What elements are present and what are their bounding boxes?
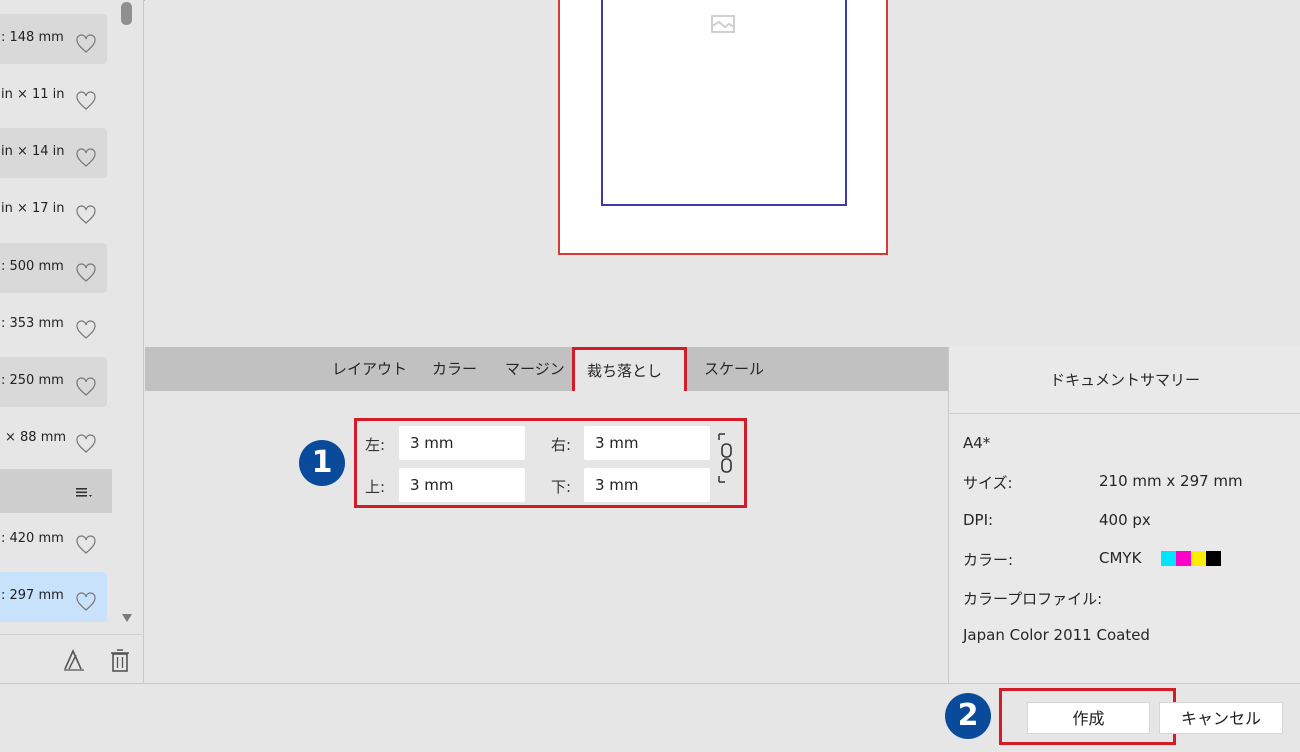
preset-item[interactable]: : 353 mm <box>0 300 107 350</box>
favorite-heart-icon[interactable] <box>75 534 97 556</box>
scroll-down-arrow-icon[interactable] <box>121 612 133 624</box>
preset-item[interactable]: × 88 mm <box>0 414 107 464</box>
preset-label: : 297 mm <box>1 588 64 603</box>
preset-item[interactable]: : 500 mm <box>0 243 107 293</box>
tab-bleed[interactable]: 裁ち落とし <box>572 347 687 395</box>
preset-label: : 250 mm <box>1 373 64 388</box>
preset-item-selected[interactable]: : 297 mm <box>0 572 107 622</box>
magenta-swatch <box>1176 551 1191 566</box>
preset-item[interactable]: in × 11 in <box>0 71 107 121</box>
tab-layout[interactable]: レイアウト <box>332 347 407 391</box>
tab-color[interactable]: カラー <box>432 347 477 391</box>
bleed-left-input[interactable] <box>399 426 525 460</box>
preset-item[interactable]: : 148 mm <box>0 14 107 64</box>
link-values-chain-icon[interactable] <box>717 430 737 486</box>
summary-color-value: CMYK <box>1099 549 1142 567</box>
preset-item[interactable]: in × 14 in <box>0 128 107 178</box>
favorite-heart-icon[interactable] <box>75 204 97 226</box>
bleed-right-label: 右: <box>551 436 572 454</box>
cyan-swatch <box>1161 551 1176 566</box>
summary-profile-label: カラープロファイル: <box>963 590 1103 608</box>
summary-dpi-value: 400 px <box>1099 511 1151 529</box>
step-1-badge: 1 <box>299 440 345 486</box>
bleed-bottom-input[interactable] <box>584 468 710 502</box>
preset-label: : 500 mm <box>1 259 64 274</box>
list-menu-icon[interactable] <box>74 481 96 501</box>
preset-label: in × 17 in <box>1 201 65 216</box>
preset-label: : 353 mm <box>1 316 64 331</box>
sidebar-footer <box>0 634 144 683</box>
favorite-heart-icon[interactable] <box>75 33 97 55</box>
preset-label: in × 11 in <box>1 87 65 102</box>
tab-margin[interactable]: マージン <box>505 347 565 391</box>
bleed-top-label: 上: <box>365 478 386 496</box>
favorite-heart-icon[interactable] <box>75 376 97 398</box>
bleed-right-input[interactable] <box>584 426 710 460</box>
preset-item[interactable]: in × 17 in <box>0 185 107 235</box>
favorite-heart-icon[interactable] <box>75 147 97 169</box>
tab-scale[interactable]: スケール <box>704 347 764 391</box>
document-summary-panel: ドキュメントサマリー A4* サイズ: 210 mm x 297 mm DPI:… <box>948 347 1300 683</box>
preset-list: : 148 mm in × 11 in in × 14 in in × 17 i… <box>0 0 144 683</box>
favorite-heart-icon[interactable] <box>75 591 97 613</box>
preset-group-header[interactable] <box>0 469 112 513</box>
preset-item[interactable]: : 250 mm <box>0 357 107 407</box>
bleed-bottom-label: 下: <box>551 478 572 496</box>
preset-item[interactable]: : 420 mm <box>0 515 107 565</box>
bleed-boundary <box>558 0 888 255</box>
cancel-button[interactable]: キャンセル <box>1159 702 1283 734</box>
scrollbar-thumb[interactable] <box>121 2 132 25</box>
bleed-top-input[interactable] <box>399 468 525 502</box>
summary-size-label: サイズ: <box>963 474 1013 492</box>
summary-dpi-label: DPI: <box>963 511 994 529</box>
page-trim-area <box>601 0 847 206</box>
favorite-heart-icon[interactable] <box>75 262 97 284</box>
favorite-heart-icon[interactable] <box>75 319 97 341</box>
summary-profile-value: Japan Color 2011 Coated <box>963 626 1150 644</box>
preset-label: × 88 mm <box>5 430 67 445</box>
rename-preset-icon[interactable] <box>62 647 86 673</box>
summary-size-value: 210 mm x 297 mm <box>1099 472 1243 490</box>
yellow-swatch <box>1191 551 1206 566</box>
summary-preset-name: A4* <box>963 434 991 452</box>
trash-icon[interactable] <box>108 647 132 673</box>
favorite-heart-icon[interactable] <box>75 433 97 455</box>
favorite-heart-icon[interactable] <box>75 90 97 112</box>
bleed-left-label: 左: <box>365 436 386 454</box>
create-button[interactable]: 作成 <box>1027 702 1150 734</box>
image-placeholder-icon <box>711 15 735 33</box>
preset-label: : 148 mm <box>1 30 64 45</box>
page-preview <box>145 0 1300 347</box>
settings-tabs: レイアウト カラー マージン 裁ち落とし スケール <box>145 347 948 395</box>
summary-color-label: カラー: <box>963 551 1014 569</box>
step-2-badge: 2 <box>945 693 991 739</box>
black-swatch <box>1206 551 1221 566</box>
summary-title: ドキュメントサマリー <box>949 347 1300 414</box>
preset-label: : 420 mm <box>1 531 64 546</box>
preset-label: in × 14 in <box>1 144 65 159</box>
